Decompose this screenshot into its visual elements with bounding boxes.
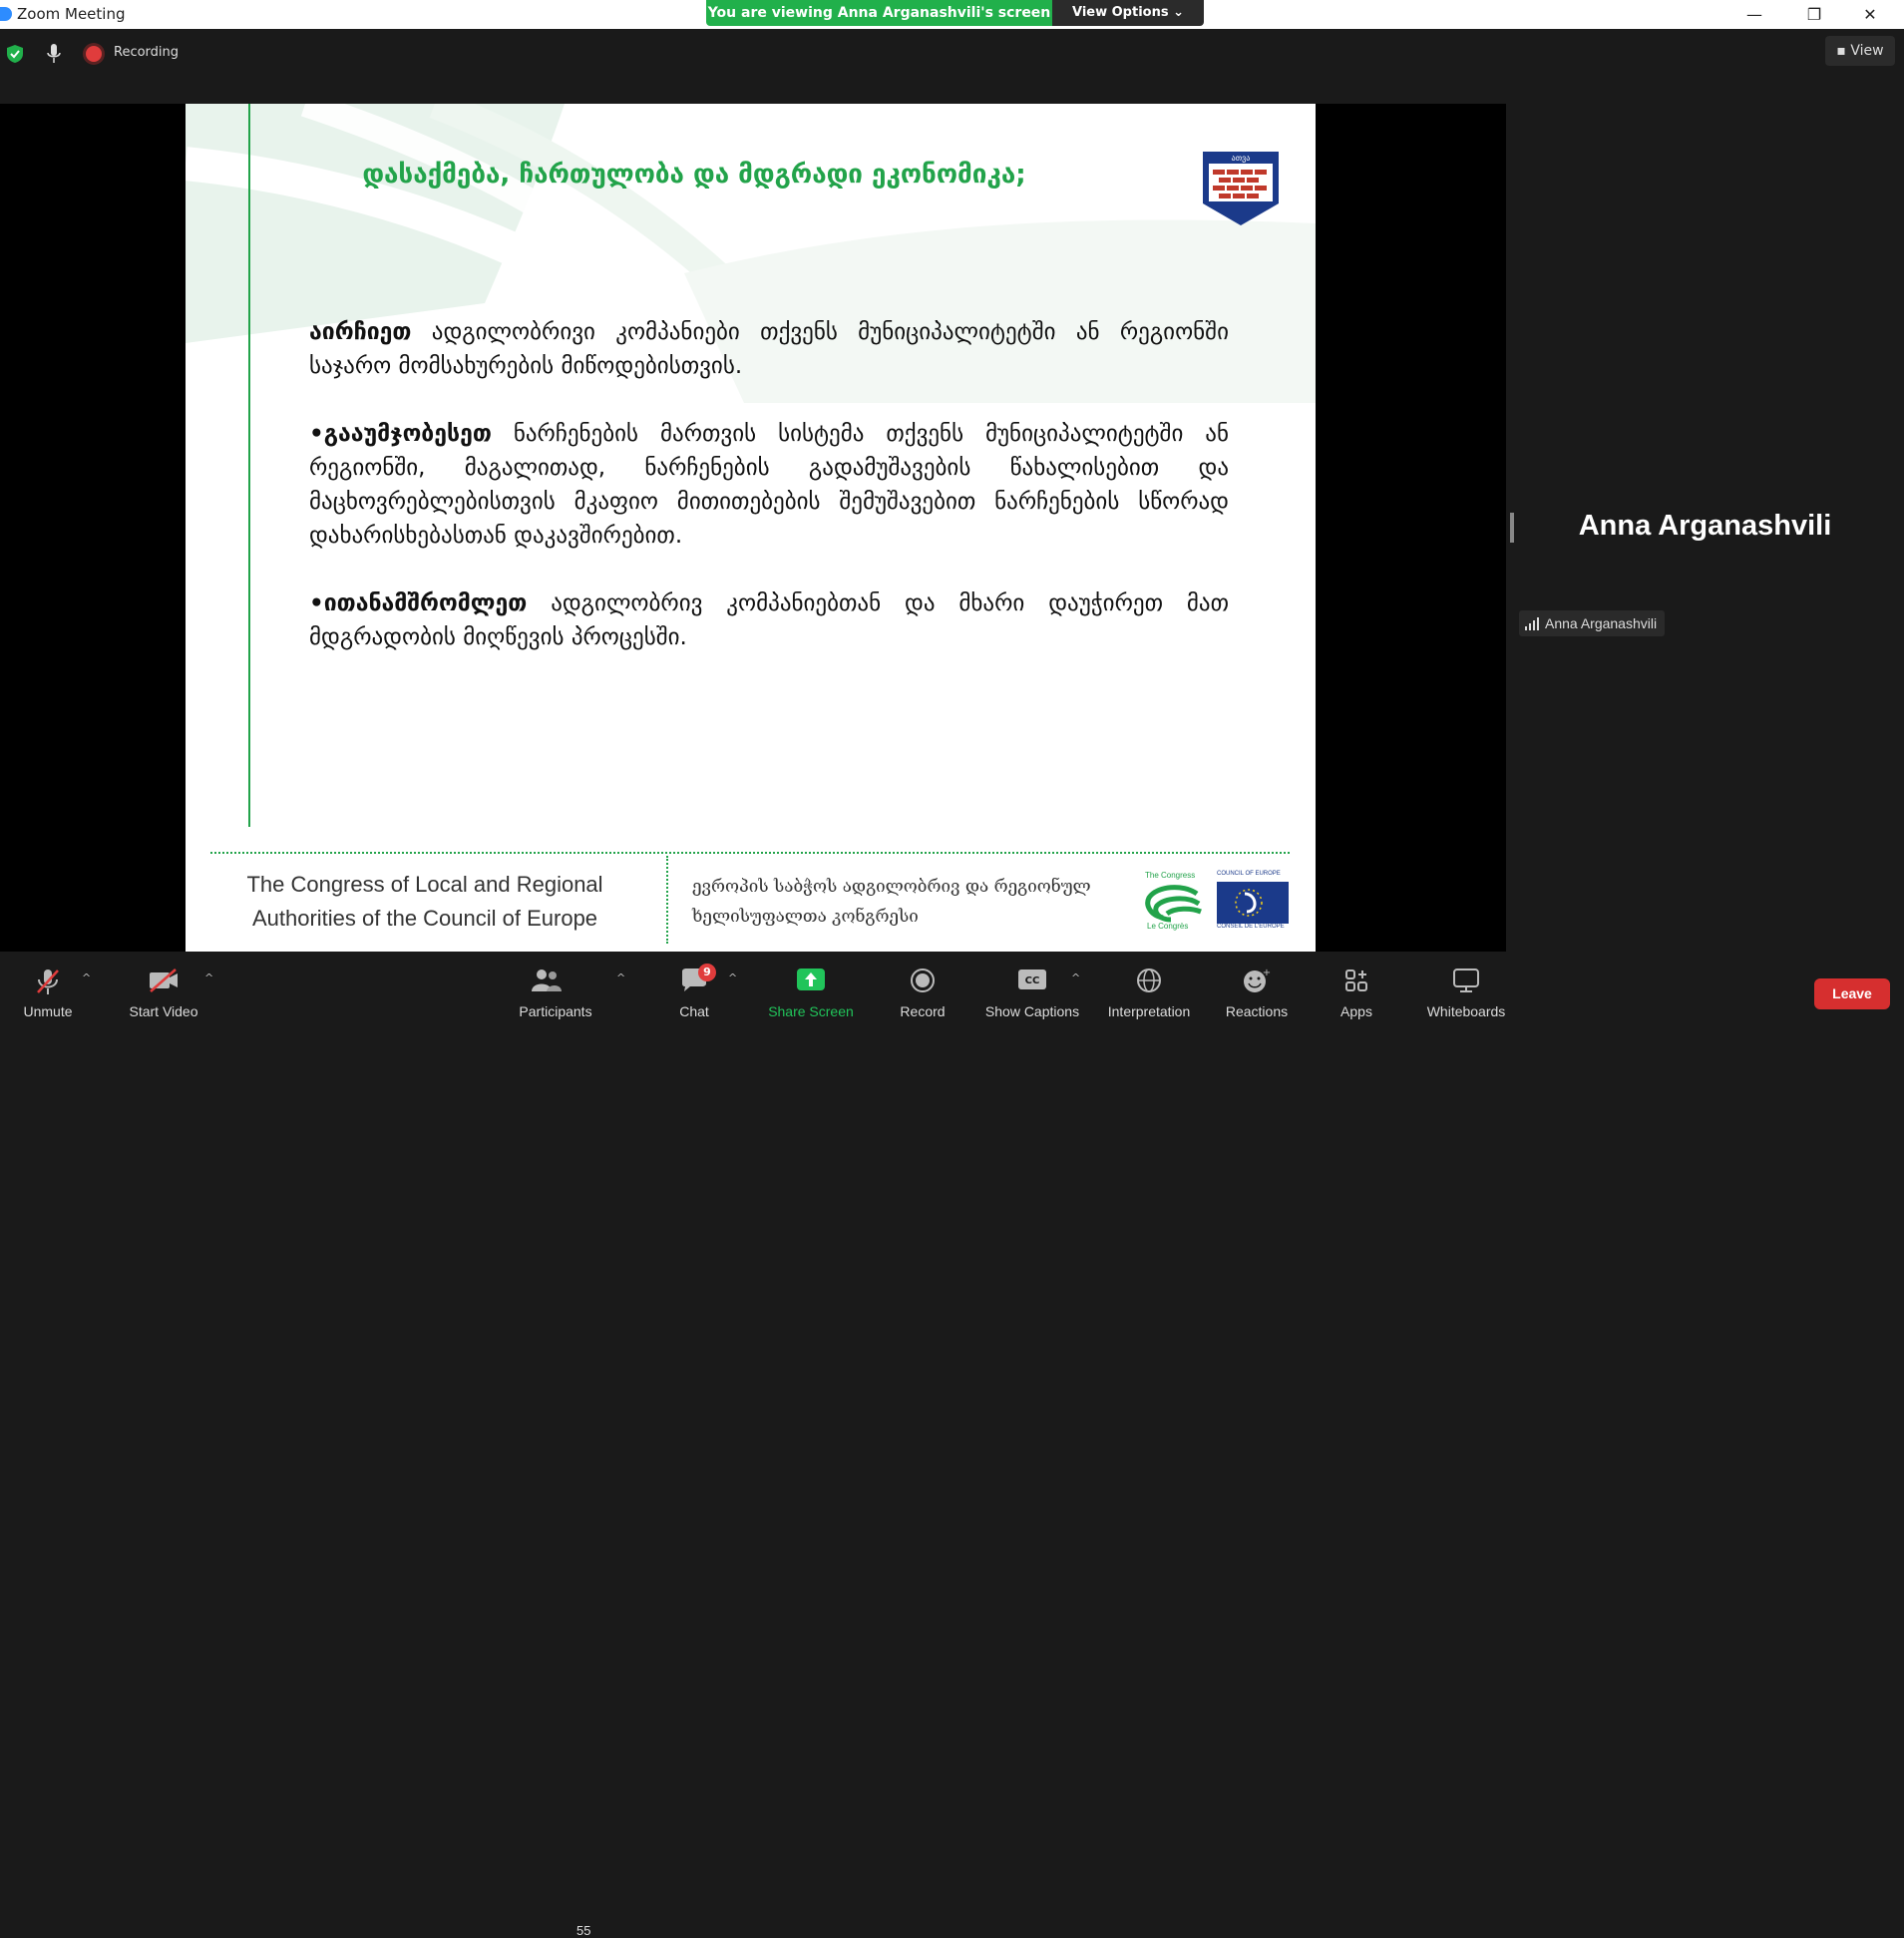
speaker-tag-label: Anna Arganashvili xyxy=(1545,615,1658,631)
restore-button[interactable]: ❐ xyxy=(1791,0,1837,29)
audio-options-caret-icon[interactable]: ^ xyxy=(82,971,91,984)
unmute-label: Unmute xyxy=(23,1003,73,1019)
footer-vertical-divider xyxy=(666,856,668,944)
participants-icon xyxy=(531,969,562,991)
show-captions-button[interactable]: CC Show Captions xyxy=(977,952,1087,1025)
slide-title: დასაქმება, ჩართულობა და მდგრადი ეკონომიკ… xyxy=(362,160,1026,190)
coe-logo-bottom: CONSEIL DE L'EUROPE xyxy=(1217,924,1285,930)
meeting-toolbar: Unmute ^ Start Video ^ Participants 55 ^… xyxy=(0,952,1904,1938)
emblem-text: ათვა xyxy=(1232,154,1251,163)
record-label: Record xyxy=(900,1003,946,1019)
start-video-button[interactable]: Start Video xyxy=(118,952,209,1025)
reactions-label: Reactions xyxy=(1225,1003,1289,1019)
whiteboards-label: Whiteboards xyxy=(1426,1003,1506,1019)
video-options-caret-icon[interactable]: ^ xyxy=(204,971,213,984)
footer-georgian-name: ევროპის საბჭოს ადგილობრივ და რეგიონულ ხე… xyxy=(692,872,1131,932)
microphone-icon xyxy=(47,44,61,63)
share-screen-icon xyxy=(797,969,825,990)
whiteboard-icon xyxy=(1453,969,1479,992)
apps-label: Apps xyxy=(1340,1003,1372,1019)
apps-icon xyxy=(1345,969,1367,991)
recording-dot-icon xyxy=(86,46,102,62)
chevron-down-icon: ⌄ xyxy=(1173,5,1185,20)
participants-caret-icon[interactable]: ^ xyxy=(616,971,625,984)
speaker-name: Anna Arganashvili xyxy=(1578,510,1832,542)
leave-button[interactable]: Leave xyxy=(1814,978,1890,1009)
view-options-label: View Options xyxy=(1071,5,1169,20)
whiteboards-button[interactable]: Whiteboards xyxy=(1416,952,1516,1025)
close-button[interactable]: ✕ xyxy=(1847,0,1893,29)
paragraph-keyword: •ითანამშრომლეთ xyxy=(309,590,528,616)
slide-paragraph: •გააუმჯობესეთ ნარჩენების მართვის სისტემა… xyxy=(309,417,1229,553)
captions-caret-icon[interactable]: ^ xyxy=(1071,971,1080,984)
apps-button[interactable]: Apps xyxy=(1317,952,1396,1025)
congress-logo-top: The Congress xyxy=(1145,871,1196,880)
video-camera-off-icon xyxy=(150,969,178,992)
slide-vertical-rule xyxy=(248,403,250,827)
microphone-muted-icon xyxy=(37,969,59,994)
signal-strength-icon xyxy=(1525,617,1539,630)
record-button[interactable]: Record xyxy=(880,952,965,1025)
globe-icon xyxy=(1137,969,1161,992)
interpretation-label: Interpretation xyxy=(1107,1003,1191,1019)
footer-mid-line-1: ევროპის საბჭოს ადგილობრივ და რეგიონულ xyxy=(692,877,1091,897)
reactions-button[interactable]: + Reactions xyxy=(1217,952,1297,1025)
zoom-logo-icon xyxy=(0,7,12,21)
paragraph-keyword: •გააუმჯობესეთ xyxy=(309,421,492,447)
closed-captions-icon: CC xyxy=(1018,969,1046,989)
chat-unread-badge: 9 xyxy=(698,964,716,981)
meeting-header xyxy=(0,29,1904,104)
coe-logo-top: COUNCIL OF EUROPE xyxy=(1217,871,1281,877)
association-emblem-icon: ათვა xyxy=(1203,152,1279,225)
share-screen-label: Share Screen xyxy=(768,1003,854,1019)
participants-count: 55 xyxy=(576,1923,591,1938)
slide-body: აირჩიეთ ადგილობრივი კომპანიები თქვენს მუ… xyxy=(309,315,1229,688)
recording-label: Recording xyxy=(114,45,180,60)
participants-label: Participants xyxy=(519,1003,592,1019)
speaker-name-tag: Anna Arganashvili xyxy=(1519,610,1666,636)
chat-caret-icon[interactable]: ^ xyxy=(728,971,737,984)
svg-text:+: + xyxy=(1263,968,1271,978)
emoji-reaction-icon: + xyxy=(1244,968,1271,992)
footer-congress-name: The Congress of Local and Regional Autho… xyxy=(225,868,624,936)
participants-button[interactable]: Participants xyxy=(509,952,602,1025)
interpretation-button[interactable]: Interpretation xyxy=(1097,952,1201,1025)
start-video-label: Start Video xyxy=(129,1003,198,1019)
paragraph-keyword: აირჩიეთ xyxy=(309,319,412,345)
footer-line-2: Authorities of the Council of Europe xyxy=(251,906,598,931)
view-button[interactable]: ▪︎ View xyxy=(1825,36,1895,66)
view-options-button[interactable]: View Options ⌄ xyxy=(1052,0,1204,26)
svg-text:CC: CC xyxy=(1025,975,1040,986)
footer-mid-line-2: ხელისუფალთა კონგრესი xyxy=(692,907,919,927)
slide-paragraph: •ითანამშრომლეთ ადგილობრივ კომპანიებთან დ… xyxy=(309,586,1229,654)
show-captions-label: Show Captions xyxy=(984,1003,1080,1019)
footer-line-1: The Congress of Local and Regional xyxy=(246,872,603,897)
shield-icon[interactable] xyxy=(7,45,23,63)
minimize-button[interactable]: — xyxy=(1731,0,1777,29)
view-label: View xyxy=(1850,43,1884,59)
view-grid-icon: ▪︎ xyxy=(1836,43,1846,59)
footer-divider xyxy=(210,852,1290,854)
congress-logo-bottom: Le Congrès xyxy=(1147,922,1189,931)
window-titlebar: Zoom Meeting You are viewing Anna Argana… xyxy=(0,0,1904,29)
share-screen-button[interactable]: Share Screen xyxy=(758,952,864,1025)
unmute-button[interactable]: Unmute xyxy=(8,952,88,1025)
slide-paragraph: აირჩიეთ ადგილობრივი კომპანიები თქვენს მუ… xyxy=(309,315,1229,383)
chat-button[interactable]: Chat xyxy=(654,952,734,1025)
viewing-banner: You are viewing Anna Arganashvili's scre… xyxy=(706,0,1052,26)
window-title: Zoom Meeting xyxy=(17,5,126,23)
paragraph-text: ადგილობრივი კომპანიები თქვენს მუნიციპალი… xyxy=(309,319,1229,379)
record-icon xyxy=(911,969,935,992)
chat-label: Chat xyxy=(679,1003,709,1019)
presentation-slide: დასაქმება, ჩართულობა და მდგრადი ეკონომიკ… xyxy=(186,104,1316,952)
